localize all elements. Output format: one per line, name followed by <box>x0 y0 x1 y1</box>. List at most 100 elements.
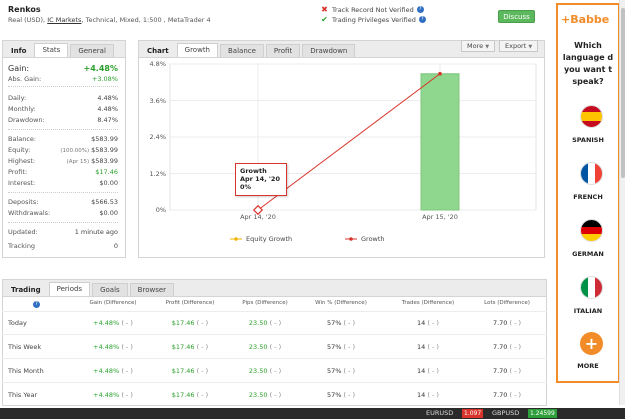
profit-row: Profit: $17.46 <box>8 168 118 176</box>
help-icon[interactable]: ? <box>33 301 40 308</box>
tab-periods[interactable]: Periods <box>48 282 91 296</box>
ad-more-button[interactable]: MORE <box>558 362 618 370</box>
cell-lots: 7.70 ( - ) <box>484 319 530 327</box>
divider <box>8 222 118 223</box>
ticker-eurusd-value: 1.097 <box>462 409 484 418</box>
more-dropdown[interactable]: More ▼ <box>461 40 496 52</box>
tab-trading[interactable]: Trading <box>5 283 47 296</box>
pips-difference: ( - ) <box>269 343 282 351</box>
cell-pips: 23.50 ( - ) <box>240 319 290 327</box>
tooltip-title: Growth <box>240 167 267 175</box>
growth-bar[interactable] <box>420 73 460 211</box>
check-icon: ✔ <box>321 15 328 24</box>
scrollbar-thumb[interactable] <box>621 8 625 178</box>
gain-value: +4.48% <box>93 391 120 399</box>
plus-icon[interactable]: + <box>580 332 603 355</box>
cell-trades: 14 ( - ) <box>400 367 456 375</box>
updated-row: Updated: 1 minute ago <box>8 228 118 236</box>
lang-spanish[interactable]: SPANISH <box>558 136 618 144</box>
tab-stats[interactable]: Stats <box>34 43 69 57</box>
tab-profit[interactable]: Profit <box>265 44 301 57</box>
export-dropdown[interactable]: Export ▼ <box>499 40 539 52</box>
tab-goals[interactable]: Goals <box>92 283 128 296</box>
win-difference: ( - ) <box>343 391 356 399</box>
tooltip-value: 0% <box>240 183 252 191</box>
chevron-down-icon: ▼ <box>485 44 490 50</box>
col-gain: Gain (Difference) <box>89 300 137 306</box>
equity-row: Equity: (100.00%) $583.99 <box>8 146 118 154</box>
tab-balance[interactable]: Balance <box>220 44 264 57</box>
gain-value: +4.48% <box>93 319 120 327</box>
help-icon[interactable]: ? <box>418 16 426 23</box>
abs-gain-value: +3.08% <box>91 75 118 83</box>
win-value: 57% <box>326 343 342 351</box>
highest-date: (Apr 15) <box>66 159 90 165</box>
cell-lots: 7.70 ( - ) <box>484 391 530 399</box>
cell-profit: $17.46 ( - ) <box>160 343 220 351</box>
lang-french[interactable]: FRENCH <box>558 193 618 201</box>
profit-difference: ( - ) <box>196 391 209 399</box>
daily-row: Daily: 4.48% <box>8 94 118 102</box>
win-value: 57% <box>326 319 342 327</box>
trading-tabs: Trading Periods Goals Browser <box>3 280 546 297</box>
tab-chart[interactable]: Chart <box>141 44 175 57</box>
pips-difference: ( - ) <box>269 367 282 375</box>
updated-label: Updated: <box>8 228 38 236</box>
legend-item-equity-growth[interactable]: Equity Growth <box>230 235 292 243</box>
col-profit: Profit (Difference) <box>165 300 215 306</box>
germany-flag-icon[interactable] <box>580 219 603 242</box>
legend-swatch-icon <box>230 237 242 241</box>
lots-difference: ( - ) <box>509 319 522 327</box>
spain-flag-icon[interactable] <box>580 105 603 128</box>
win-difference: ( - ) <box>343 319 356 327</box>
period-label: This Month <box>8 367 44 375</box>
y-tick-label: 0% <box>155 206 166 214</box>
chart-grid <box>169 63 537 211</box>
equity-percent: (100.00%) <box>60 148 90 154</box>
tab-browser[interactable]: Browser <box>129 283 175 296</box>
x-tick-label: Apr 14, '20 <box>240 213 276 221</box>
profit-difference: ( - ) <box>196 367 209 375</box>
monthly-row: Monthly: 4.48% <box>8 105 118 113</box>
withdrawals-label: Withdrawals: <box>8 209 51 217</box>
win-value: 57% <box>326 367 342 375</box>
france-flag-icon[interactable] <box>580 162 603 185</box>
italy-flag-icon[interactable] <box>580 276 603 299</box>
lang-german[interactable]: GERMAN <box>558 250 618 258</box>
trades-difference: ( - ) <box>427 343 439 351</box>
tab-drawdown[interactable]: Drawdown <box>302 44 356 57</box>
cell-pips: 23.50 ( - ) <box>240 367 290 375</box>
trades-value: 14 <box>417 367 426 375</box>
tooltip-date: Apr 14, '20 <box>240 175 280 183</box>
account-subtitle: Real (USD), IC Markets, Technical, Mixed… <box>8 16 211 24</box>
equity-label: Equity: <box>8 146 31 154</box>
broker-link[interactable]: IC Markets <box>47 16 81 24</box>
page-scrollbar[interactable] <box>619 0 625 405</box>
legend-item-growth[interactable]: Growth <box>345 235 385 243</box>
cell-win: 57% ( - ) <box>313 319 369 327</box>
growth-point[interactable] <box>438 71 442 76</box>
lots-difference: ( - ) <box>509 343 522 351</box>
cell-win: 57% ( - ) <box>313 391 369 399</box>
cell-profit: $17.46 ( - ) <box>160 367 220 375</box>
cell-gain: +4.48% ( - ) <box>88 367 138 375</box>
col-trades: Trades (Difference) <box>401 300 455 306</box>
ad-headline-line: Which <box>574 41 602 50</box>
period-label: This Week <box>8 343 42 351</box>
tab-growth[interactable]: Growth <box>176 43 218 57</box>
ad-headline: Which language d you want t speak? <box>558 40 618 88</box>
tab-info[interactable]: Info <box>5 44 32 57</box>
trades-difference: ( - ) <box>427 391 439 399</box>
lots-value: 7.70 <box>492 391 508 399</box>
cell-gain: +4.48% ( - ) <box>88 343 138 351</box>
tab-general[interactable]: General <box>70 44 114 57</box>
gain-row: Gain: +4.48% <box>8 64 118 73</box>
ticker-gbpusd: GBPUSD <box>492 409 520 417</box>
help-icon[interactable]: ? <box>416 6 424 13</box>
lang-italian[interactable]: ITALIAN <box>558 307 618 315</box>
x-tick-label: Apr 15, '20 <box>422 213 458 221</box>
advertisement[interactable]: +Babbe Which language d you want t speak… <box>556 3 620 383</box>
divider <box>8 129 118 130</box>
balance-label: Balance: <box>8 135 37 143</box>
discuss-button[interactable]: Discuss <box>498 10 535 23</box>
